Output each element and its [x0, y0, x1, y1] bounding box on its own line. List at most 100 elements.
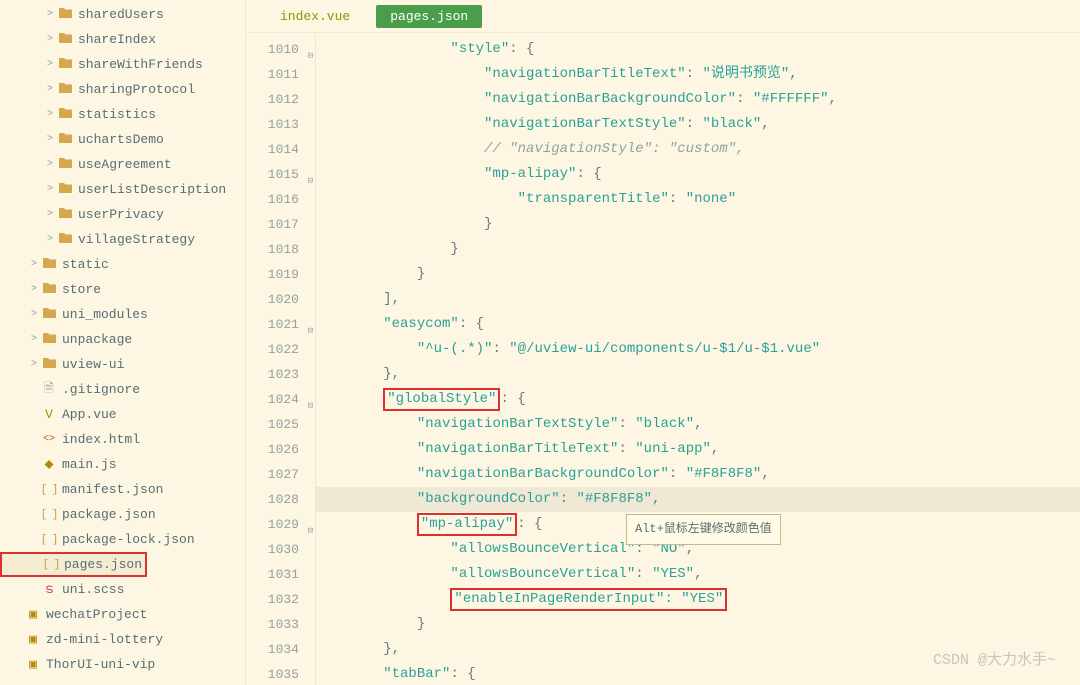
- code-line[interactable]: }: [316, 262, 1080, 287]
- tree-item-sharingprotocol[interactable]: > sharingProtocol: [0, 77, 245, 102]
- expand-arrow-icon[interactable]: >: [28, 334, 40, 345]
- expand-arrow-icon[interactable]: >: [44, 209, 56, 220]
- tree-item-main-js[interactable]: ⬥ main.js: [0, 452, 245, 477]
- code-line[interactable]: },: [316, 362, 1080, 387]
- tree-item-pages-json[interactable]: [ ]pages.json: [0, 552, 147, 577]
- code-line[interactable]: "tabBar": {: [316, 662, 1080, 685]
- expand-arrow-icon[interactable]: >: [28, 359, 40, 370]
- code-line[interactable]: "easycom": {: [316, 312, 1080, 337]
- tree-item-label: shareIndex: [78, 32, 156, 47]
- tree-item-package-json[interactable]: [ ]package.json: [0, 502, 245, 527]
- expand-arrow-icon[interactable]: >: [44, 34, 56, 45]
- tree-item-label: uni.scss: [62, 582, 124, 597]
- expand-arrow-icon[interactable]: >: [44, 159, 56, 170]
- tree-item-shareindex[interactable]: > shareIndex: [0, 27, 245, 52]
- highlight-box: "enableInPageRenderInput": "YES": [450, 591, 727, 607]
- line-number: 1010⊟: [246, 37, 315, 62]
- tree-item-uni_modules[interactable]: >uni_modules: [0, 302, 245, 327]
- tree-item-package-lock-json[interactable]: [ ]package-lock.json: [0, 527, 245, 552]
- expand-arrow-icon[interactable]: >: [44, 134, 56, 145]
- expand-arrow-icon[interactable]: >: [44, 84, 56, 95]
- expand-arrow-icon[interactable]: >: [44, 59, 56, 70]
- expand-arrow-icon[interactable]: >: [44, 9, 56, 20]
- code-line[interactable]: }: [316, 237, 1080, 262]
- tree-item-unpackage[interactable]: >unpackage: [0, 327, 245, 352]
- tab-index-vue[interactable]: index.vue: [266, 5, 364, 28]
- tree-item-uchartsdemo[interactable]: >uchartsDemo: [0, 127, 245, 152]
- code-line[interactable]: "backgroundColor": "#F8F8F8",: [316, 487, 1080, 512]
- line-number: 1033: [246, 612, 315, 637]
- code-line[interactable]: "navigationBarBackgroundColor": "#F8F8F8…: [316, 462, 1080, 487]
- js-file-icon: ⬥: [40, 457, 58, 472]
- tree-item-sharewithfriends[interactable]: > shareWithFriends: [0, 52, 245, 77]
- tree-item-label: userListDescription: [78, 182, 226, 197]
- expand-arrow-icon[interactable]: >: [28, 284, 40, 295]
- code-line[interactable]: }: [316, 212, 1080, 237]
- folder-icon: [40, 357, 58, 373]
- tree-item-thorui-uni-vip[interactable]: ▣ThorUI-uni-vip: [0, 652, 245, 677]
- tree-item-label: main.js: [62, 457, 117, 472]
- code-line[interactable]: "allowsBounceVertical": "YES",: [316, 562, 1080, 587]
- tree-item-label: villageStrategy: [78, 232, 195, 247]
- tree-item-store[interactable]: >store: [0, 277, 245, 302]
- code-line[interactable]: "navigationBarTextStyle": "black",: [316, 112, 1080, 137]
- tree-item-static[interactable]: >static: [0, 252, 245, 277]
- code-line[interactable]: "transparentTitle": "none": [316, 187, 1080, 212]
- code-line[interactable]: "navigationBarBackgroundColor": "#FFFFFF…: [316, 87, 1080, 112]
- code-line[interactable]: "globalStyle": {: [316, 387, 1080, 412]
- tree-item-label: sharedUsers: [78, 7, 164, 22]
- tree-item-label: manifest.json: [62, 482, 163, 497]
- code-line[interactable]: "enableInPageRenderInput": "YES": [316, 587, 1080, 612]
- tree-item-sharedusers[interactable]: > sharedUsers: [0, 2, 245, 27]
- code-line[interactable]: "style": {: [316, 37, 1080, 62]
- code-line[interactable]: "navigationBarTitleText": "uni-app",: [316, 437, 1080, 462]
- tree-item-label: pages.json: [64, 557, 142, 572]
- tree-item-userprivacy[interactable]: > userPrivacy: [0, 202, 245, 227]
- code-line[interactable]: "navigationBarTitleText": "说明书预览",: [316, 62, 1080, 87]
- tree-item-wechatproject[interactable]: ▣wechatProject: [0, 602, 245, 627]
- code-line[interactable]: "mp-alipay": {Alt+鼠标左键修改颜色值: [316, 512, 1080, 537]
- tree-item-statistics[interactable]: >statistics: [0, 102, 245, 127]
- tree-item-zd-mini-lottery[interactable]: ▣zd-mini-lottery: [0, 627, 245, 652]
- folder-icon: [56, 57, 74, 73]
- tree-item-manifest-json[interactable]: [ ]manifest.json: [0, 477, 245, 502]
- tree-item-label: sharingProtocol: [78, 82, 195, 97]
- html-file-icon: <>: [40, 434, 58, 445]
- tree-item-app-vue[interactable]: VApp.vue: [0, 402, 245, 427]
- tab-bar: index.vue pages.json: [246, 0, 1080, 32]
- vue-file-icon: V: [40, 407, 58, 422]
- expand-arrow-icon[interactable]: >: [28, 259, 40, 270]
- line-number: 1027: [246, 462, 315, 487]
- json-file-icon: [ ]: [40, 534, 58, 546]
- tree-item-useagreement[interactable]: >useAgreement: [0, 152, 245, 177]
- code-line[interactable]: "^u-(.*)": "@/uview-ui/components/u-$1/u…: [316, 337, 1080, 362]
- code-area[interactable]: "style": { "navigationBarTitleText": "说明…: [316, 33, 1080, 685]
- line-number: 1021⊟: [246, 312, 315, 337]
- line-number: 1022: [246, 337, 315, 362]
- folder-icon: [56, 182, 74, 198]
- file-explorer[interactable]: > sharedUsers > shareIndex > shareWithFriends…: [0, 0, 246, 685]
- tree-item-index-html[interactable]: <>index.html: [0, 427, 245, 452]
- code-line[interactable]: }: [316, 612, 1080, 637]
- tree-item-villagestrategy[interactable]: > villageStrategy: [0, 227, 245, 252]
- expand-arrow-icon[interactable]: >: [44, 109, 56, 120]
- expand-arrow-icon[interactable]: >: [44, 184, 56, 195]
- folder-icon: [56, 207, 74, 223]
- tree-item-label: .gitignore: [62, 382, 140, 397]
- tree-item-uni-scss[interactable]: ടuni.scss: [0, 577, 245, 602]
- tree-item--gitignore[interactable]: 🗎 .gitignore: [0, 377, 245, 402]
- code-line[interactable]: "mp-alipay": {: [316, 162, 1080, 187]
- tree-item-uview-ui[interactable]: >uview-ui: [0, 352, 245, 377]
- code-line[interactable]: },: [316, 637, 1080, 662]
- text-file-icon: 🗎: [40, 379, 58, 400]
- project-icon: ▣: [24, 632, 42, 647]
- expand-arrow-icon[interactable]: >: [28, 309, 40, 320]
- code-line[interactable]: // "navigationStyle": "custom",: [316, 137, 1080, 162]
- tree-item-label: shareWithFriends: [78, 57, 203, 72]
- tree-item-label: userPrivacy: [78, 207, 164, 222]
- expand-arrow-icon[interactable]: >: [44, 234, 56, 245]
- tab-pages-json[interactable]: pages.json: [376, 5, 482, 28]
- tree-item-userlistdescription[interactable]: > userListDescription: [0, 177, 245, 202]
- code-line[interactable]: "navigationBarTextStyle": "black",: [316, 412, 1080, 437]
- code-line[interactable]: ],: [316, 287, 1080, 312]
